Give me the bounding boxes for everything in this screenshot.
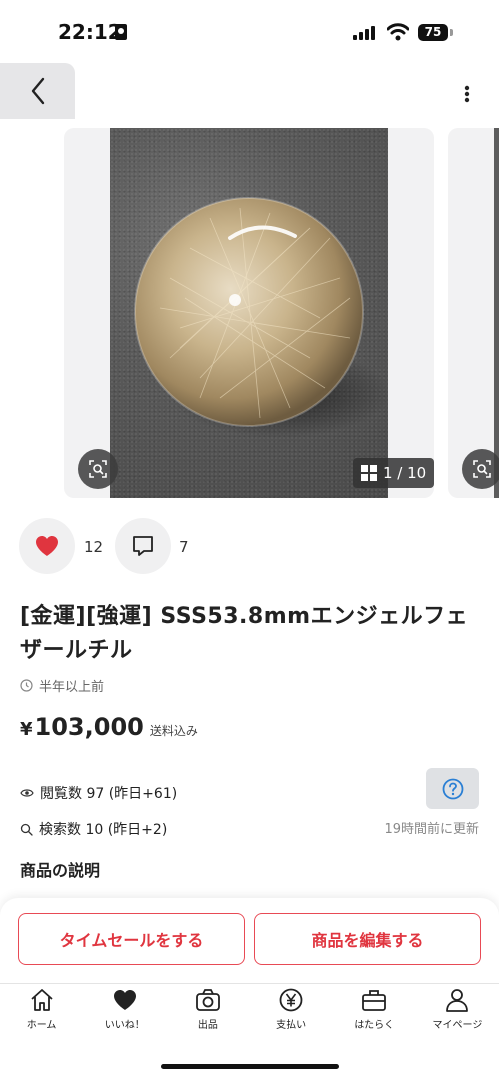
grid-icon: [361, 465, 377, 481]
id-card-icon: [115, 24, 127, 40]
updated-time: 19時間前に更新: [384, 822, 479, 837]
posted-time: 半年以上前: [20, 676, 104, 695]
tab-home[interactable]: ホーム: [0, 988, 83, 1038]
image-counter[interactable]: 1 / 10: [353, 458, 435, 488]
tab-likes-label: いいね！: [104, 1020, 145, 1031]
crystal-ball-image: [134, 197, 388, 438]
image-counter-text: 1 / 10: [383, 464, 427, 482]
back-button[interactable]: [0, 63, 75, 119]
help-button[interactable]: [426, 768, 479, 809]
tab-sell[interactable]: 出品: [166, 988, 249, 1038]
view-count-text: 閲覧数 97 (昨日+61): [40, 786, 178, 802]
tab-sell-label: 出品: [197, 1020, 218, 1031]
home-icon: [30, 989, 53, 1011]
battery-icon: 75: [418, 24, 448, 41]
tab-pay[interactable]: 支払い: [250, 988, 333, 1038]
camera-icon: [196, 989, 220, 1011]
heart-icon: [113, 990, 136, 1010]
more-vertical-icon: [464, 85, 470, 103]
image-carousel[interactable]: 1 / 10: [0, 128, 499, 500]
edit-item-button[interactable]: 商品を編集する: [254, 913, 481, 965]
like-count: 12: [84, 538, 104, 556]
status-bar: 22:12 75: [0, 0, 499, 62]
tab-home-label: ホーム: [26, 1020, 57, 1031]
carousel-slide-next[interactable]: [448, 128, 499, 498]
view-count: 閲覧数 97 (昨日+61): [20, 783, 177, 803]
item-title: [金運][強運] SSS53.8mmエンジェルフェザールチル: [20, 604, 469, 663]
carousel-slide[interactable]: [64, 128, 434, 498]
product-photo[interactable]: [110, 128, 388, 498]
eye-icon: [20, 789, 34, 797]
briefcase-icon: [362, 990, 387, 1011]
more-options-button[interactable]: [452, 78, 482, 110]
wifi-icon: [387, 23, 409, 41]
posted-time-text: 半年以上前: [39, 680, 105, 695]
price-amount: 103,000: [34, 713, 144, 741]
search-count: 検索数 10 (昨日+2): [20, 819, 167, 839]
status-time: 22:12: [58, 20, 122, 44]
tab-mypage[interactable]: マイページ: [416, 988, 499, 1038]
signal-icon: [353, 26, 377, 40]
question-icon: [442, 778, 463, 799]
tab-work-label: はたらく: [354, 1020, 395, 1031]
shipping-label: 送料込み: [149, 724, 198, 738]
yen-icon: [279, 988, 303, 1012]
clock-icon: [20, 679, 33, 692]
tabbar-divider: [0, 983, 499, 984]
zoom-button[interactable]: [78, 449, 118, 489]
time-sale-button[interactable]: タイムセールをする: [18, 913, 245, 965]
tab-bar: ホーム いいね！ 出品 支払い はたらく マイページ: [0, 988, 499, 1038]
search-count-text: 検索数 10 (昨日+2): [39, 822, 168, 838]
description-heading: 商品の説明: [20, 861, 101, 880]
user-icon: [446, 989, 469, 1012]
price: ¥ 103,000 送料込み: [20, 713, 198, 741]
comment-button[interactable]: [115, 518, 171, 574]
comment-icon: [133, 536, 153, 556]
chevron-left-icon: [31, 77, 44, 105]
home-indicator: [161, 1064, 339, 1069]
zoom-icon: [473, 460, 491, 478]
tab-pay-label: 支払い: [276, 1020, 307, 1031]
search-icon: [20, 823, 33, 836]
battery-tip: [450, 29, 453, 36]
tab-work[interactable]: はたらく: [333, 988, 416, 1038]
heart-icon: [36, 536, 58, 556]
price-symbol: ¥: [20, 719, 33, 740]
tab-likes[interactable]: いいね！: [83, 988, 166, 1038]
tab-mypage-label: マイページ: [432, 1020, 483, 1031]
comment-count: 7: [179, 538, 189, 556]
zoom-icon: [89, 460, 107, 478]
zoom-button[interactable]: [462, 449, 499, 489]
like-button[interactable]: [19, 518, 75, 574]
